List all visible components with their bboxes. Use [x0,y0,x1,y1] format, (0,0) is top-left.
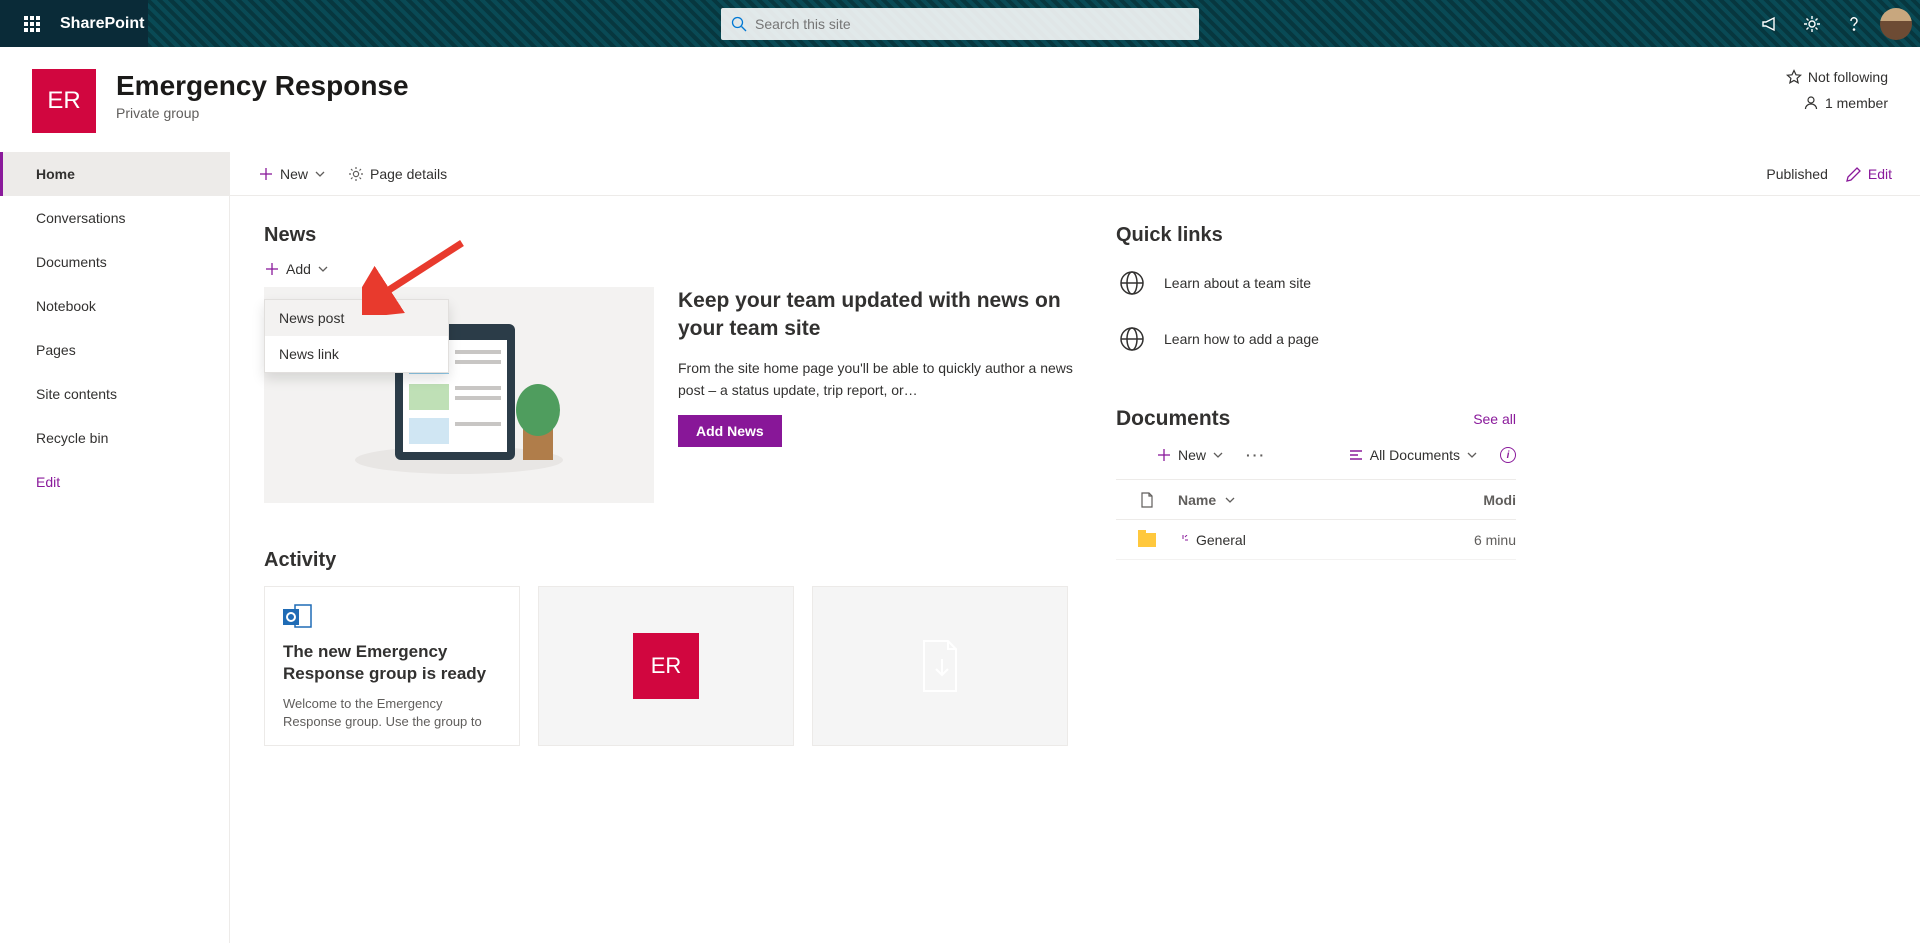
pencil-icon [1846,166,1862,182]
row-modified: 6 minu [1460,532,1516,548]
nav-edit[interactable]: Edit [0,460,229,504]
waffle-icon [24,16,40,32]
sync-indicator-icon [1178,535,1188,545]
follow-label: Not following [1808,69,1888,85]
new-button[interactable]: New [258,166,326,182]
nav-recycle-bin[interactable]: Recycle bin [0,416,229,460]
nav-conversations[interactable]: Conversations [0,196,229,240]
news-title: Keep your team updated with news on your… [678,287,1084,343]
col-name[interactable]: Name [1178,492,1216,508]
nav-site-contents[interactable]: Site contents [0,372,229,416]
activity-card-1-body: Welcome to the Emergency Response group.… [283,695,501,731]
activity-card-1-title: The new Emergency Response group is read… [283,641,501,685]
page-details-button[interactable]: Page details [348,166,447,182]
members-button[interactable]: 1 member [1803,95,1888,111]
star-outline-icon [1786,69,1802,85]
plus-icon [258,166,274,182]
documents-info-button[interactable]: i [1500,447,1516,463]
megaphone-button[interactable] [1750,0,1790,47]
news-description: From the site home page you'll be able t… [678,357,1084,401]
documents-more-button[interactable]: ··· [1246,447,1266,463]
news-add-button[interactable]: Add [264,255,329,283]
news-heading: News [264,224,1084,247]
chevron-down-icon[interactable] [1224,494,1236,506]
chevron-down-icon [1466,449,1478,461]
quicklink-add-page[interactable]: Learn how to add a page [1116,311,1516,367]
documents-new-label: New [1178,447,1206,463]
new-label: New [280,166,308,182]
row-name: General [1196,532,1246,548]
menu-news-post[interactable]: News post [265,300,448,336]
activity-heading: Activity [264,549,1084,572]
suite-app-name[interactable]: SharePoint [60,15,144,33]
globe-icon [1116,267,1148,299]
person-icon [1803,95,1819,111]
command-bar: New Page details Published Edit [230,152,1920,196]
nav-notebook[interactable]: Notebook [0,284,229,328]
edit-label: Edit [1868,166,1892,182]
members-label: 1 member [1825,95,1888,111]
file-placeholder-icon [918,639,962,693]
documents-new-button[interactable]: New [1156,447,1224,463]
help-icon [1845,15,1863,33]
documents-row-general[interactable]: General 6 minu [1116,520,1516,560]
news-add-menu: News post News link [264,299,449,373]
search-input[interactable] [747,16,1189,32]
globe-icon [1116,323,1148,355]
activity-card-2[interactable]: ER [538,586,794,746]
site-title[interactable]: Emergency Response [116,69,409,103]
activity-card-2-tile: ER [633,633,699,699]
nav-documents[interactable]: Documents [0,240,229,284]
site-header: ER Emergency Response Private group Not … [0,47,1920,152]
documents-view-selector[interactable]: All Documents [1348,447,1478,463]
news-add-label: Add [286,261,311,277]
add-news-button[interactable]: Add News [678,415,782,447]
user-avatar[interactable] [1880,8,1912,40]
edit-page-button[interactable]: Edit [1846,166,1892,182]
documents-heading: Documents [1116,407,1230,431]
chevron-down-icon [314,168,326,180]
documents-view-label: All Documents [1370,447,1460,463]
col-modified[interactable]: Modi [1460,492,1516,508]
settings-button[interactable] [1792,0,1832,47]
outlook-icon [283,603,313,631]
folder-icon [1138,533,1156,547]
help-button[interactable] [1834,0,1874,47]
plus-icon [1156,447,1172,463]
documents-table: Name Modi General 6 minu [1116,479,1516,560]
chevron-down-icon [1212,449,1224,461]
activity-card-1[interactable]: The new Emergency Response group is read… [264,586,520,746]
published-status: Published [1766,166,1828,182]
documents-see-all[interactable]: See all [1473,411,1516,427]
search-icon [731,16,747,32]
file-type-header-icon [1140,492,1154,508]
list-icon [1348,447,1364,463]
suite-bar: SharePoint [0,0,1920,47]
site-subtitle: Private group [116,105,409,121]
site-logo[interactable]: ER [32,69,96,133]
menu-news-link[interactable]: News link [265,336,448,372]
documents-toolbar: New ··· All Documents i [1116,431,1516,479]
gear-icon [348,166,364,182]
search-box[interactable] [721,8,1199,40]
quicklink-team-site[interactable]: Learn about a team site [1116,255,1516,311]
left-nav: Home Conversations Documents Notebook Pa… [0,152,230,943]
page-details-label: Page details [370,166,447,182]
megaphone-icon [1761,15,1779,33]
activity-card-3[interactable] [812,586,1068,746]
app-launcher-button[interactable] [8,0,56,47]
quicklink-label: Learn about a team site [1164,275,1311,291]
quicklinks-heading: Quick links [1116,224,1516,247]
plus-icon [264,261,280,277]
gear-icon [1803,15,1821,33]
quicklink-label: Learn how to add a page [1164,331,1319,347]
chevron-down-icon [317,263,329,275]
nav-pages[interactable]: Pages [0,328,229,372]
nav-home[interactable]: Home [0,152,229,196]
follow-button[interactable]: Not following [1786,69,1888,85]
